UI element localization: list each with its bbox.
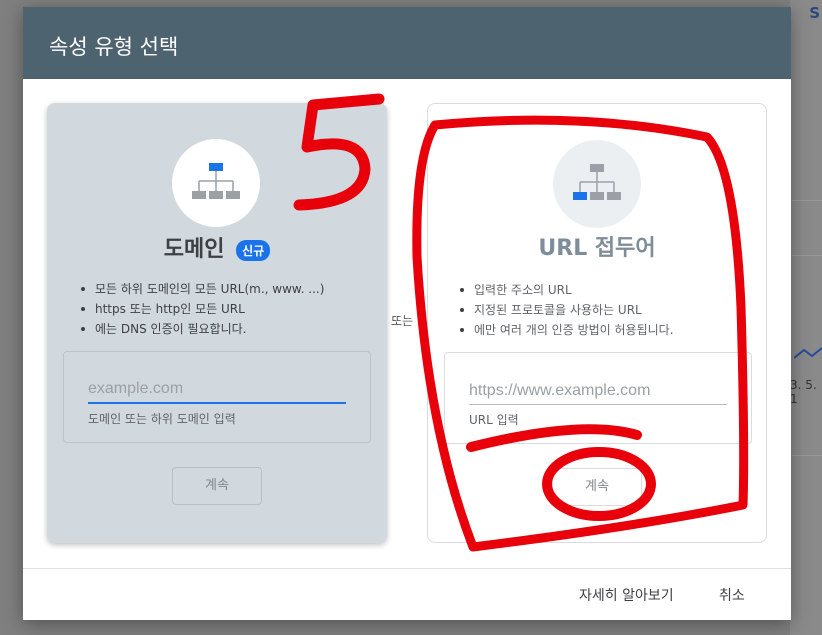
domain-title-text: 도메인 [163, 237, 225, 262]
dialog-title: 속성 유형 선택 [23, 7, 791, 79]
domain-input[interactable] [88, 376, 346, 404]
domain-icon-circle [172, 139, 260, 227]
url-helper-text: URL 입력 [469, 413, 519, 427]
list-item: 입력한 주소의 URL [458, 280, 674, 300]
background-axis-text: 3. 5. 1 [790, 378, 817, 406]
background-page: S 3. 5. 1 [790, 0, 822, 635]
list-item: 모든 하위 도메인의 모든 URL(m., www. ...) [79, 279, 324, 299]
background-divider [792, 455, 822, 456]
cancel-button[interactable]: 취소 [719, 585, 745, 605]
list-item: 에만 여러 개의 인증 방법이 허용됩니다. [458, 320, 674, 340]
url-input-container: URL 입력 [444, 352, 752, 444]
url-input[interactable] [469, 377, 727, 405]
learn-more-button[interactable]: 자세히 알아보기 [579, 585, 674, 605]
domain-continue-button[interactable]: 계속 [172, 467, 262, 505]
url-card-title: URL 접두어 [538, 236, 656, 261]
list-item: 에는 DNS 인증이 필요합니다. [79, 319, 324, 339]
background-link: S [809, 4, 820, 22]
list-item: https 또는 http인 모든 URL [79, 299, 324, 319]
sitemap-icon [192, 163, 240, 199]
sitemap-icon [573, 164, 621, 200]
background-divider [792, 255, 822, 256]
background-chart-line [794, 347, 822, 359]
domain-feature-list: 모든 하위 도메인의 모든 URL(m., www. ...) https 또는… [79, 279, 324, 339]
domain-card-title: 도메인 신규 [47, 231, 387, 263]
url-feature-list: 입력한 주소의 URL 지정된 프로토콜을 사용하는 URL 에만 여러 개의 … [458, 280, 674, 340]
url-continue-button[interactable]: 계속 [552, 468, 642, 506]
or-separator: 또는 [391, 314, 414, 328]
list-item: 지정된 프로토콜을 사용하는 URL [458, 300, 674, 320]
domain-input-container: 도메인 또는 하위 도메인 입력 [63, 351, 371, 443]
url-prefix-property-card[interactable]: URL 접두어 입력한 주소의 URL 지정된 프로토콜을 사용하는 URL 에… [427, 103, 767, 543]
property-type-dialog: 속성 유형 선택 도메인 신규 모든 하위 도메인의 모든 URL(m., ww… [23, 7, 791, 620]
background-divider [792, 200, 822, 201]
url-icon-circle [553, 140, 641, 228]
dialog-footer: 자세히 알아보기 취소 [23, 568, 791, 620]
domain-helper-text: 도메인 또는 하위 도메인 입력 [88, 412, 236, 426]
domain-property-card[interactable]: 도메인 신규 모든 하위 도메인의 모든 URL(m., www. ...) h… [47, 103, 387, 543]
new-badge: 신규 [236, 239, 271, 261]
